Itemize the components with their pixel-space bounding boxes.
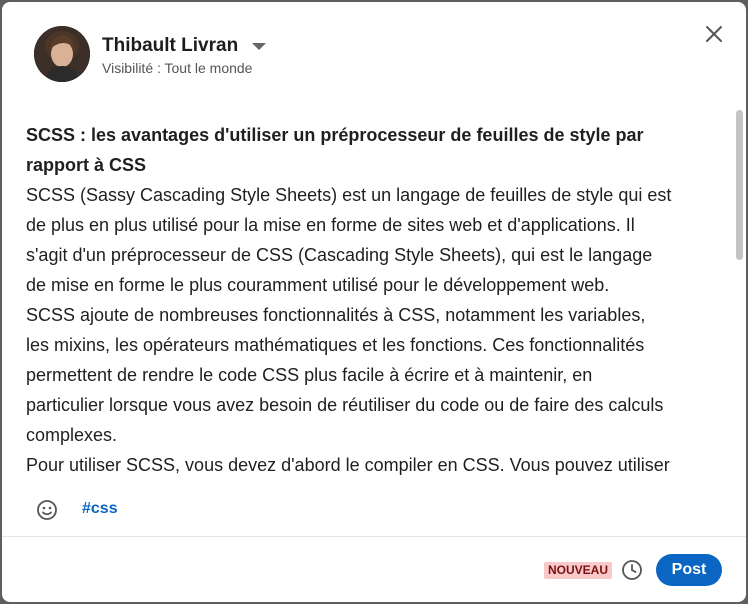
post-text-line: Pour utiliser SCSS, vous devez d'abord l… [26, 455, 670, 475]
post-text-line: SCSS (Sassy Cascading Style Sheets) est … [26, 185, 672, 205]
chevron-down-icon [252, 42, 267, 50]
user-selector[interactable]: Thibault Livran [102, 35, 267, 57]
scrollbar[interactable] [736, 110, 743, 260]
avatar[interactable] [34, 26, 90, 82]
user-name: Thibault Livran [102, 35, 239, 56]
post-text-line: particulier lorsque vous avez besoin de … [26, 395, 664, 415]
post-button[interactable]: Post [656, 554, 722, 586]
hashtag-link[interactable]: #css [82, 500, 118, 518]
post-text-line: les mixins, les opérateurs mathématiques… [26, 335, 645, 355]
share-modal: Thibault Livran Visibilité : Tout le mon… [2, 2, 746, 602]
schedule-button[interactable] [620, 558, 644, 582]
close-button[interactable] [700, 20, 728, 48]
post-text-line: SCSS ajoute de nombreuses fonctionnalité… [26, 305, 646, 325]
avatar-image [34, 26, 90, 82]
close-icon [706, 26, 722, 42]
post-button-label: Post [671, 561, 707, 578]
new-badge: NOUVEAU [544, 562, 613, 579]
footer-divider [2, 536, 746, 537]
smiley-icon [37, 500, 57, 520]
post-editor[interactable]: SCSS : les avantages d'utiliser un prépr… [26, 120, 726, 480]
post-text-line: s'agit d'un préprocesseur de CSS (Cascad… [26, 245, 653, 265]
post-text-line: de plus en plus utilisé pour la mise en … [26, 215, 635, 235]
post-text-line: de mise en forme le plus couramment util… [26, 275, 610, 295]
clock-icon [622, 560, 642, 580]
post-title-line: rapport à CSS [26, 155, 147, 175]
post-text-line: complexes. [26, 425, 118, 445]
post-title-line: SCSS : les avantages d'utiliser un prépr… [26, 125, 644, 145]
modal-header: Thibault Livran Visibilité : Tout le mon… [2, 2, 746, 106]
visibility-setting[interactable]: Visibilité : Tout le monde [102, 60, 252, 76]
post-title: SCSS : les avantages d'utiliser un prépr… [26, 120, 726, 180]
emoji-button[interactable] [35, 498, 59, 522]
post-text-line: permettent de rendre le code CSS plus fa… [26, 365, 593, 385]
